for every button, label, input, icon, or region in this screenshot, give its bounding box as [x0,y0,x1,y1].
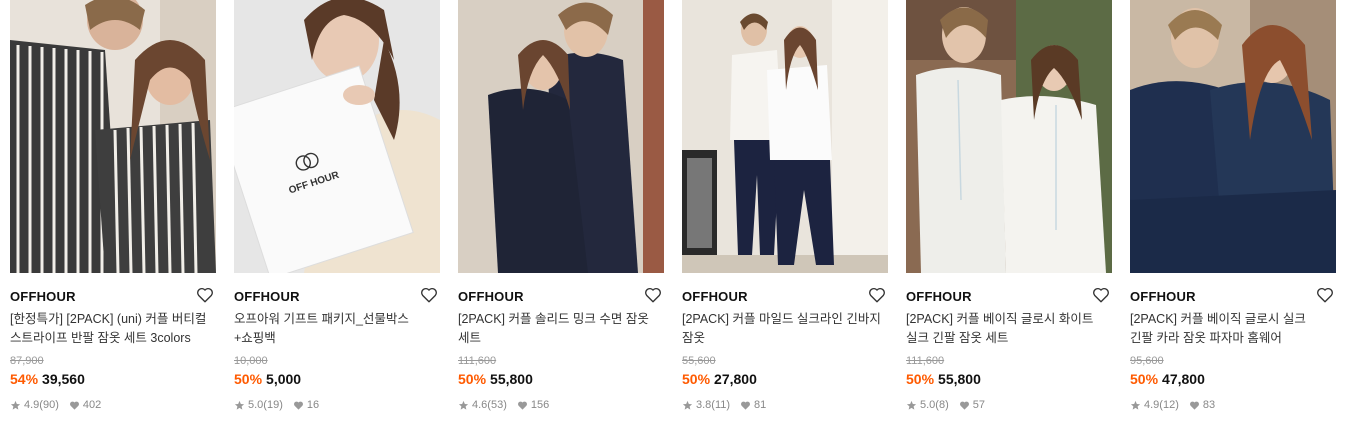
discount-rate: 50% [458,371,487,387]
like-count: 16 [306,399,320,411]
price-line: 50% 55,800 [458,371,533,387]
discount-rate: 50% [234,371,263,387]
heart-outline-icon[interactable] [1092,286,1110,304]
product-meta: 4.9 (12) 83 [1130,399,1215,411]
star-icon [10,400,21,410]
like-count: 402 [82,399,102,411]
review-count: (11) [711,399,731,411]
brand-name[interactable]: OFFHOUR [10,289,76,304]
product-image[interactable] [682,0,888,273]
product-meta: 4.6 (53) 156 [458,399,549,411]
product-card[interactable]: OFFHOUR [2PACK] 커플 베이직 글로시 화이트 실크 긴팔 잠옷 … [906,0,1112,435]
product-card[interactable]: OFFHOUR [2PACK] 커플 솔리드 밍크 수면 잠옷 세트 111,6… [458,0,664,435]
price-line: 50% 47,800 [1130,371,1205,387]
sale-price: 39,560 [42,371,85,387]
product-card[interactable]: OFF HOUR OFFHOUR 오프아워 기프트 패키지_선물박스+쇼핑백 1… [234,0,440,435]
product-grid: OFFHOUR [한정특가] [2PACK] (uni) 커플 버티컬 스트라이… [0,0,1345,435]
product-title[interactable]: [2PACK] 커플 솔리드 밍크 수면 잠옷 세트 [458,310,658,348]
like-count: 156 [530,399,550,411]
star-icon [234,400,245,410]
product-meta: 5.0 (19) 16 [234,399,319,411]
rating: 3.8 [696,399,712,411]
heart-outline-icon[interactable] [1316,286,1334,304]
rating: 4.9 [24,399,40,411]
brand-name[interactable]: OFFHOUR [1130,289,1196,304]
sale-price: 55,800 [938,371,981,387]
like-count: 57 [972,399,985,411]
product-image[interactable] [1130,0,1336,273]
product-image[interactable] [10,0,216,273]
rating: 5.0 [248,399,264,411]
star-icon [458,400,469,410]
review-count: (12) [1159,399,1179,411]
star-icon [682,400,693,410]
like-count: 83 [1202,399,1216,411]
sale-price: 27,800 [714,371,757,387]
price-line: 50% 5,000 [234,371,301,387]
price-line: 54% 39,560 [10,371,85,387]
review-count: (90) [39,399,59,411]
star-icon [906,400,917,410]
original-price: 87,900 [10,355,44,367]
product-card[interactable]: OFFHOUR [한정특가] [2PACK] (uni) 커플 버티컬 스트라이… [10,0,216,435]
sale-price: 55,800 [490,371,533,387]
discount-rate: 50% [906,371,935,387]
heart-outline-icon[interactable] [196,286,214,304]
original-price: 111,600 [458,355,497,367]
brand-name[interactable]: OFFHOUR [458,289,524,304]
brand-name[interactable]: OFFHOUR [234,289,300,304]
product-title[interactable]: [한정특가] [2PACK] (uni) 커플 버티컬 스트라이프 반팔 잠옷 … [10,310,210,348]
product-image[interactable] [458,0,664,273]
rating: 5.0 [920,399,936,411]
heart-filled-icon [293,401,303,410]
product-title[interactable]: 오프아워 기프트 패키지_선물박스+쇼핑백 [234,310,434,348]
product-meta: 5.0 (8) 57 [906,399,985,411]
rating: 4.9 [1144,399,1160,411]
heart-outline-icon[interactable] [420,286,438,304]
original-price: 10,000 [234,355,268,367]
product-meta: 4.9 (90) 402 [10,399,101,411]
brand-name[interactable]: OFFHOUR [682,289,748,304]
product-card[interactable]: OFFHOUR [2PACK] 커플 베이직 글로시 실크 긴팔 카라 잠옷 파… [1130,0,1336,435]
heart-filled-icon [741,401,751,410]
product-title[interactable]: [2PACK] 커플 베이직 글로시 실크 긴팔 카라 잠옷 파자마 홈웨어 [1130,310,1330,348]
original-price: 55,600 [682,355,716,367]
heart-outline-icon[interactable] [868,286,886,304]
rating: 4.6 [472,399,488,411]
original-price: 111,600 [906,355,945,367]
brand-name[interactable]: OFFHOUR [906,289,972,304]
product-image[interactable] [906,0,1112,273]
price-line: 50% 55,800 [906,371,981,387]
price-line: 50% 27,800 [682,371,757,387]
product-card[interactable]: OFFHOUR [2PACK] 커플 마일드 실크라인 긴바지 잠옷 55,60… [682,0,888,435]
original-price: 95,600 [1130,355,1164,367]
product-title[interactable]: [2PACK] 커플 베이직 글로시 화이트 실크 긴팔 잠옷 세트 [906,310,1106,348]
like-count: 81 [754,399,767,411]
product-title[interactable]: [2PACK] 커플 마일드 실크라인 긴바지 잠옷 [682,310,882,348]
review-count: (53) [487,399,507,411]
product-image[interactable]: OFF HOUR [234,0,440,273]
discount-rate: 50% [1130,371,1159,387]
heart-filled-icon [959,401,969,410]
review-count: (19) [263,399,283,411]
sale-price: 5,000 [266,371,302,387]
heart-filled-icon [69,401,79,410]
heart-outline-icon[interactable] [644,286,662,304]
discount-rate: 54% [10,371,39,387]
heart-filled-icon [517,401,527,410]
discount-rate: 50% [682,371,711,387]
star-icon [1130,400,1141,410]
product-meta: 3.8 (11) 81 [682,399,766,411]
heart-filled-icon [1189,401,1199,410]
sale-price: 47,800 [1162,371,1205,387]
review-count: (8) [935,399,949,411]
